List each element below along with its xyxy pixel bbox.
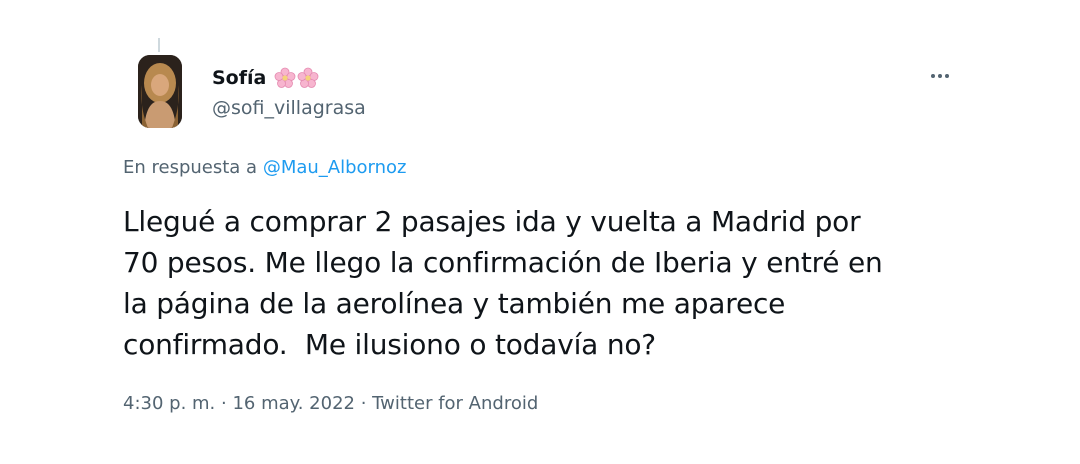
more-dot-icon <box>945 74 949 78</box>
tweet-text-line: confirmado. Me ilusiono o todavía no? <box>123 328 656 361</box>
tweet-time-link[interactable]: 4:30 p. m. <box>123 393 215 414</box>
meta-separator: · <box>215 393 233 414</box>
tweet-metadata: 4:30 p. m. · 16 may. 2022 · Twitter for … <box>123 392 538 416</box>
cherry-blossom-icon <box>297 67 319 88</box>
tweet-text-line: la página de la aerolínea y también me a… <box>123 287 786 320</box>
author-handle[interactable]: @sofi_villagrasa <box>212 96 366 120</box>
author-display-name[interactable]: Sofía <box>212 66 319 90</box>
reply-context: En respuesta a @Mau_Albornoz <box>123 156 407 180</box>
more-dot-icon <box>931 74 935 78</box>
reply-prefix: En respuesta a <box>123 157 263 178</box>
reply-mention-link[interactable]: @Mau_Albornoz <box>263 157 407 178</box>
tweet-date-link[interactable]: 16 may. 2022 <box>232 393 355 414</box>
name-emoji-group <box>274 67 319 89</box>
more-dot-icon <box>938 74 942 78</box>
meta-separator: · <box>354 393 373 414</box>
tweet-text-line: Llegué a comprar 2 pasajes ida y vuelta … <box>123 205 861 238</box>
tweet-text: Llegué a comprar 2 pasajes ida y vuelta … <box>123 201 1003 365</box>
cherry-blossom-icon <box>274 67 296 88</box>
avatar[interactable] <box>138 55 182 128</box>
tweet-source-link[interactable]: Twitter for Android <box>372 393 538 414</box>
more-options-button[interactable] <box>924 64 956 88</box>
author-name-text: Sofía <box>212 67 267 89</box>
tweet-card: Sofía @sofi_villagrasa En respuesta a @M… <box>0 0 1080 464</box>
tweet-text-line: 70 pesos. Me llego la confirmación de Ib… <box>123 246 883 279</box>
thread-connector-line <box>158 38 160 52</box>
